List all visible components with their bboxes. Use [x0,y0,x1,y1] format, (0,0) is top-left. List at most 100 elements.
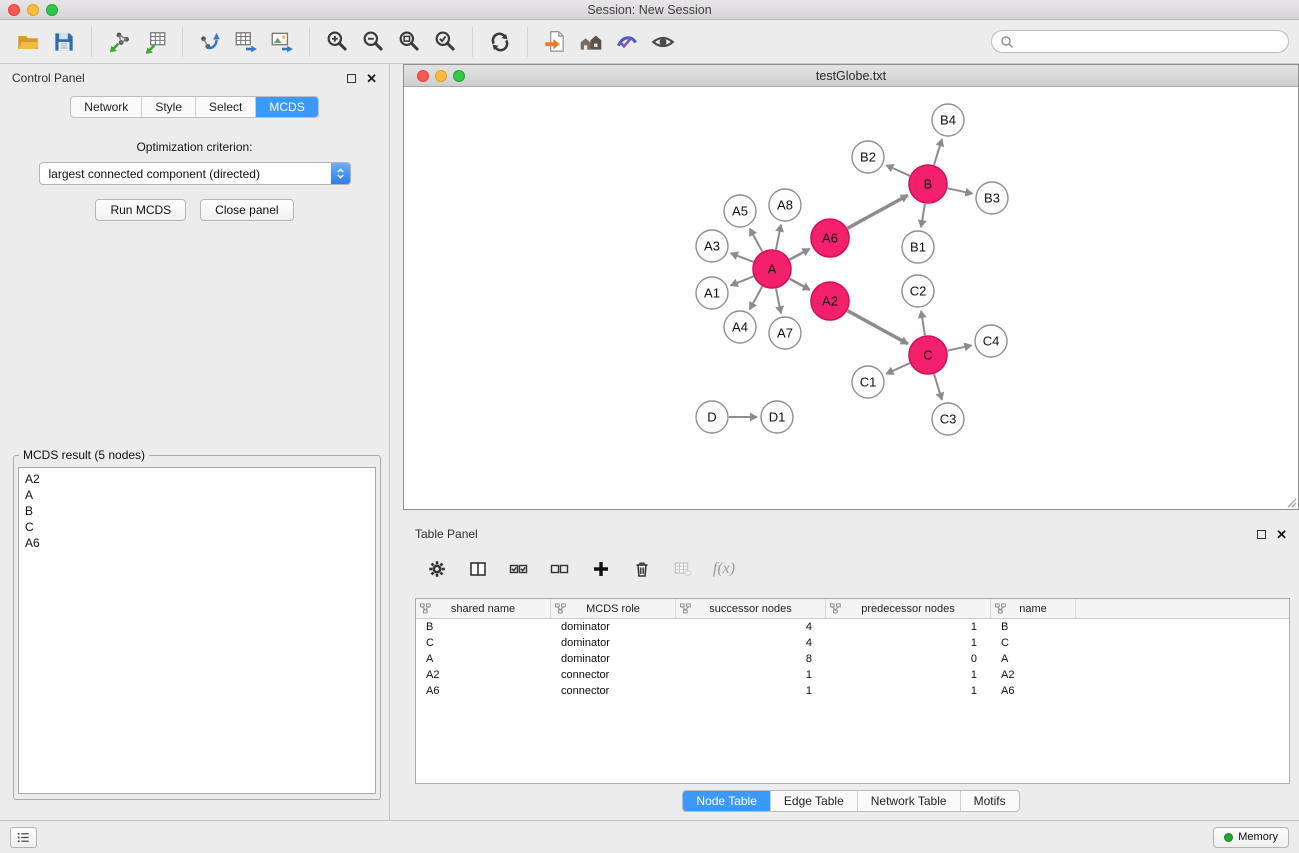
graph-node-A6[interactable]: A6 [811,219,849,257]
resize-grip-icon[interactable] [1285,496,1297,508]
graph-node-A[interactable]: A [753,250,791,288]
delete-table-button[interactable] [671,557,695,581]
graph-edge-A-A7[interactable] [776,289,781,314]
graph-edge-C-C1[interactable] [886,363,910,374]
graph-node-C[interactable]: C [909,336,947,374]
task-history-button[interactable] [10,827,37,848]
close-mcds-panel-button[interactable]: Close panel [200,199,293,221]
table-panel-close-icon[interactable]: ✕ [1276,528,1287,541]
column-header-predecessor-nodes[interactable]: predecessor nodes [826,599,991,618]
graph-node-A8[interactable]: A8 [769,189,801,221]
column-header-mcds-role[interactable]: MCDS role [551,599,676,618]
graph-edge-A-A6[interactable] [790,249,810,260]
graph-node-C2[interactable]: C2 [902,275,934,307]
search-box[interactable] [991,30,1289,53]
mcds-result-item[interactable]: B [25,503,369,519]
column-header-shared-name[interactable]: shared name [416,599,551,618]
column-header-name[interactable]: name [991,599,1076,618]
run-mcds-button[interactable]: Run MCDS [95,199,186,221]
graph-edge-B-B1[interactable] [921,204,925,227]
graph-edge-B-B4[interactable] [934,139,942,165]
mcds-result-item[interactable]: A [25,487,369,503]
graph-node-D1[interactable]: D1 [761,401,793,433]
graph-edge-A6-B[interactable] [848,195,908,228]
network-canvas[interactable]: B4B2BB3A5A8A6A3B1AC2A1A2A4A7C4CC1C3DD1 [404,87,1298,509]
graph-node-D[interactable]: D [696,401,728,433]
graph-edge-C-C3[interactable] [934,374,942,400]
column-header-successor-nodes[interactable]: successor nodes [676,599,826,618]
network-window-close-button[interactable] [417,70,429,82]
graph-edge-C-C2[interactable] [921,311,925,335]
tab-node-table[interactable]: Node Table [683,791,771,811]
graph-edge-A-A3[interactable] [731,253,754,262]
select-all-rows-button[interactable] [507,557,531,581]
delete-column-button[interactable] [630,557,654,581]
close-window-button[interactable] [8,4,20,16]
tab-mcds[interactable]: MCDS [256,97,317,117]
export-document-button[interactable] [537,25,573,59]
tab-network-table[interactable]: Network Table [858,791,961,811]
export-image-button[interactable] [264,25,300,59]
minimize-window-button[interactable] [27,4,39,16]
deselect-all-rows-button[interactable] [548,557,572,581]
mcds-result-item[interactable]: A6 [25,535,369,551]
graph-node-B2[interactable]: B2 [852,141,884,173]
zoom-out-button[interactable] [355,25,391,59]
graph-edge-A-A8[interactable] [776,225,781,250]
graph-edge-A2-C[interactable] [848,311,908,344]
network-window-minimize-button[interactable] [435,70,447,82]
export-table-button[interactable] [228,25,264,59]
tab-style[interactable]: Style [142,97,196,117]
import-table-button[interactable] [137,25,173,59]
control-panel-float-icon[interactable] [347,74,356,83]
graph-node-C4[interactable]: C4 [975,325,1007,357]
show-columns-button[interactable] [466,557,490,581]
search-input[interactable] [1018,35,1280,49]
tab-edge-table[interactable]: Edge Table [771,791,858,811]
add-column-button[interactable] [589,557,613,581]
open-session-button[interactable] [10,25,46,59]
table-row[interactable]: Cdominator41C [416,635,1289,651]
graph-node-A5[interactable]: A5 [724,195,756,227]
graph-node-A2[interactable]: A2 [811,282,849,320]
home-button[interactable] [573,25,609,59]
zoom-selected-button[interactable] [427,25,463,59]
apply-layout-button[interactable] [482,25,518,59]
graph-edge-A-A5[interactable] [750,229,763,252]
import-network-button[interactable] [101,25,137,59]
table-row[interactable]: A2connector11A2 [416,667,1289,683]
network-graph[interactable]: B4B2BB3A5A8A6A3B1AC2A1A2A4A7C4CC1C3DD1 [404,87,1298,509]
table-row[interactable]: A6connector11A6 [416,683,1289,699]
memory-button[interactable]: Memory [1213,827,1289,848]
graph-node-A1[interactable]: A1 [696,277,728,309]
graph-edge-B-B2[interactable] [886,165,910,176]
function-builder-button[interactable]: f(x) [712,557,736,581]
graph-node-B3[interactable]: B3 [976,182,1008,214]
network-window-zoom-button[interactable] [453,70,465,82]
graph-node-C3[interactable]: C3 [932,403,964,435]
graph-edge-A-A4[interactable] [750,287,763,310]
control-panel-close-icon[interactable]: ✕ [366,72,377,85]
table-row[interactable]: Bdominator41B [416,619,1289,635]
tab-select[interactable]: Select [196,97,256,117]
graph-node-B1[interactable]: B1 [902,231,934,263]
graph-node-B4[interactable]: B4 [932,104,964,136]
graph-node-A4[interactable]: A4 [724,311,756,343]
tab-motifs[interactable]: Motifs [961,791,1019,811]
criterion-dropdown[interactable]: largest connected component (directed) [39,162,351,185]
birds-eye-view-button[interactable] [645,25,681,59]
zoom-in-button[interactable] [319,25,355,59]
table-panel-float-icon[interactable] [1257,530,1266,539]
tab-network[interactable]: Network [71,97,142,117]
table-settings-button[interactable] [425,557,449,581]
export-network-button[interactable] [192,25,228,59]
graph-edge-B-B3[interactable] [948,188,973,193]
graph-node-C1[interactable]: C1 [852,366,884,398]
graphics-details-button[interactable] [609,25,645,59]
zoom-fit-button[interactable] [391,25,427,59]
graph-edge-C-C4[interactable] [948,345,972,350]
save-session-button[interactable] [46,25,82,59]
graph-node-A7[interactable]: A7 [769,317,801,349]
mcds-result-list[interactable]: A2ABCA6 [18,467,376,794]
table-row[interactable]: Adominator80A [416,651,1289,667]
